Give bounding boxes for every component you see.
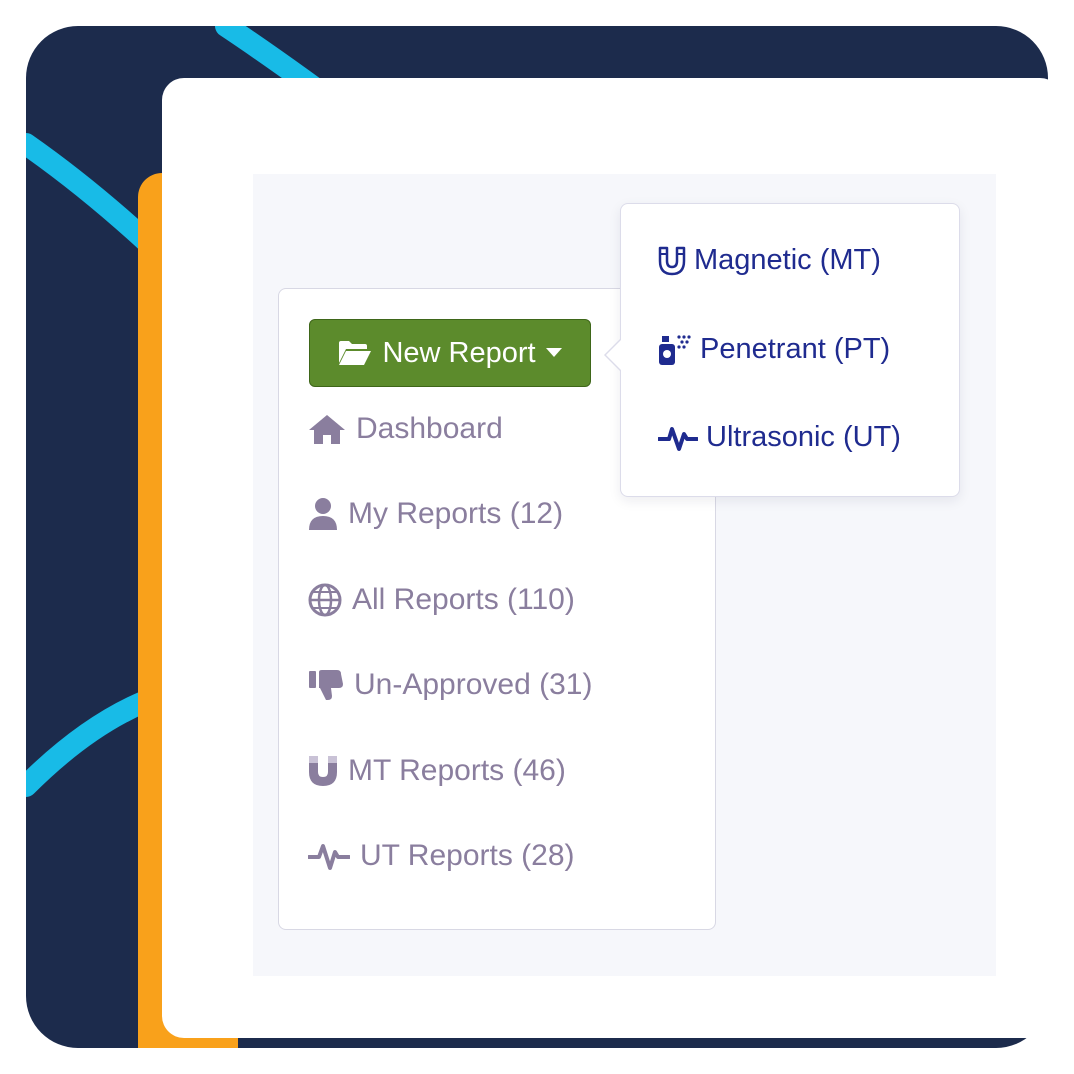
- dropdown-item-penetrant[interactable]: Penetrant (PT): [658, 333, 890, 366]
- nav-item-mt-reports[interactable]: MT Reports (46): [308, 754, 566, 788]
- magnet-icon: [308, 755, 338, 787]
- nav-item-my-reports[interactable]: My Reports (12): [308, 497, 563, 531]
- user-icon: [308, 497, 338, 531]
- dropdown-pointer-fill: [606, 340, 621, 370]
- magnet-icon: [658, 246, 686, 276]
- home-icon: [308, 413, 346, 445]
- caret-down-icon: [545, 348, 562, 358]
- globe-icon: [308, 583, 342, 617]
- folder-open-icon: [338, 340, 372, 366]
- new-report-label: New Report: [382, 336, 536, 369]
- nav-label-ut-reports: UT Reports (28): [360, 839, 575, 872]
- nav-item-all-reports[interactable]: All Reports (110): [308, 583, 575, 617]
- nav-item-unapproved[interactable]: Un-Approved (31): [308, 668, 592, 702]
- nav-label-unapproved: Un-Approved (31): [354, 668, 593, 701]
- dropdown-label-ultrasonic: Ultrasonic (UT): [706, 421, 901, 453]
- nav-label-dashboard: Dashboard: [356, 412, 503, 445]
- nav-label-mt-reports: MT Reports (46): [348, 754, 566, 787]
- dropdown-item-ultrasonic[interactable]: Ultrasonic (UT): [658, 421, 901, 454]
- pulse-icon: [658, 423, 698, 453]
- nav-item-ut-reports[interactable]: UT Reports (28): [308, 839, 575, 873]
- new-report-button[interactable]: New Report: [309, 319, 591, 387]
- dropdown-item-magnetic[interactable]: Magnetic (MT): [658, 244, 881, 277]
- nav-item-dashboard[interactable]: Dashboard: [308, 412, 503, 446]
- nav-label-my-reports: My Reports (12): [348, 497, 564, 530]
- dropdown-label-magnetic: Magnetic (MT): [694, 244, 881, 276]
- dropdown-label-penetrant: Penetrant (PT): [700, 333, 891, 365]
- pulse-icon: [308, 840, 350, 872]
- spray-can-icon: [658, 334, 692, 366]
- thumbs-down-icon: [308, 669, 344, 701]
- nav-label-all-reports: All Reports (110): [352, 583, 575, 616]
